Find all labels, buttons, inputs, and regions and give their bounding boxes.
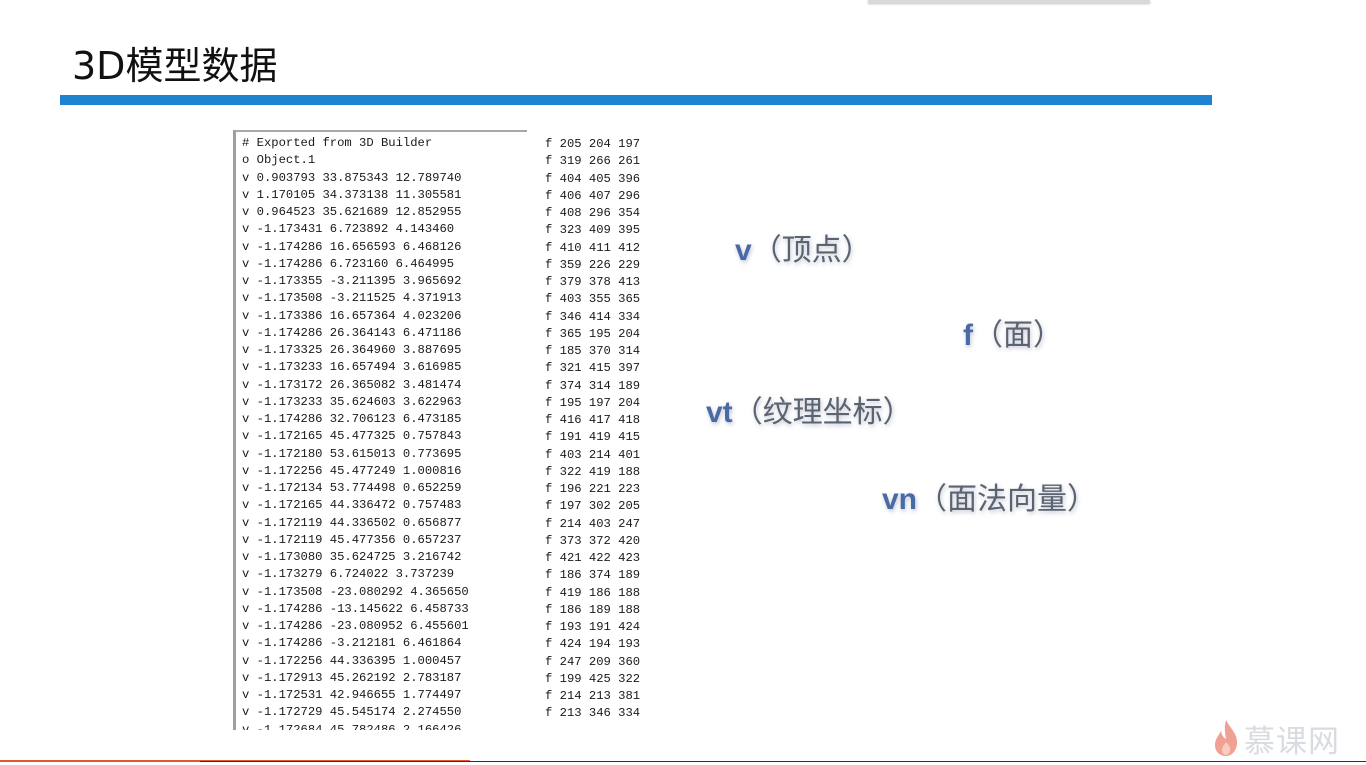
legend-normal: vn（面法向量） <box>882 480 1097 520</box>
obj-file-line: v -1.174286 6.723160 6.464995 <box>242 256 455 271</box>
obj-file-line: v -1.172119 44.336502 0.656877 <box>242 515 462 530</box>
obj-file-line: v -1.173508 -23.080292 4.365650 <box>242 584 469 599</box>
obj-file-line: v -1.174286 26.364143 6.471186 <box>242 325 462 340</box>
face-list-line: f 214 213 381 <box>545 689 641 703</box>
face-list-line: f 346 414 334 <box>545 309 641 324</box>
window-tab-edge <box>868 0 1150 3</box>
obj-file-line: v -1.172180 53.615013 0.773695 <box>242 446 462 461</box>
face-list-line: f 416 417 418 <box>545 413 641 427</box>
obj-file-line: v -1.173355 -3.211395 3.965692 <box>242 274 462 288</box>
bottom-divider-line <box>200 761 1366 762</box>
obj-file-line: v -1.173386 16.657364 4.023206 <box>242 308 462 323</box>
face-list-line: f 379 378 413 <box>545 275 641 289</box>
obj-file-line: v -1.173172 26.365082 3.481474 <box>242 377 462 392</box>
face-list-line: f 191 419 415 <box>545 430 641 445</box>
slide-title: 3D模型数据 <box>72 44 278 88</box>
face-list-line: f 319 266 261 <box>545 154 641 169</box>
face-list-line: f 323 409 395 <box>545 223 641 238</box>
obj-file-line: v -1.174286 16.656593 6.468126 <box>242 239 462 254</box>
obj-file-line: v -1.172256 45.477249 1.000816 <box>242 463 462 478</box>
obj-file-line: v -1.172684 45.782486 2.166426 <box>242 722 462 731</box>
face-list-line: f 185 370 314 <box>545 344 641 358</box>
obj-file-line: v -1.173233 16.657494 3.616985 <box>242 360 462 375</box>
obj-file-line: v -1.172165 45.477325 0.757843 <box>242 429 462 444</box>
legend-vertex: v（顶点） <box>735 231 872 271</box>
face-list-line: f 410 411 412 <box>545 240 641 255</box>
obj-file-line: v -1.174286 -3.212181 6.461864 <box>242 636 462 651</box>
legend-face-key: f <box>963 319 973 352</box>
legend-normal-desc: （面法向量） <box>917 482 1098 517</box>
face-list-line: f 403 214 401 <box>545 447 641 462</box>
obj-file-line: v 1.170105 34.373138 11.305581 <box>242 187 462 202</box>
obj-file-line: v -1.174286 -13.145622 6.458733 <box>242 601 469 616</box>
face-list-line: f 247 209 360 <box>545 654 641 669</box>
face-list-line: f 186 189 188 <box>545 602 641 617</box>
face-list: f 205 204 197 f 319 266 261 f 404 405 396 f… <box>545 136 640 723</box>
obj-file-line: v 0.903793 33.875343 12.789740 <box>242 170 462 185</box>
obj-file-line: v -1.172134 53.774498 0.652259 <box>242 481 462 495</box>
face-list-line: f 365 195 204 <box>545 326 641 341</box>
face-list-line: f 406 407 296 <box>545 188 641 203</box>
face-list-line: f 199 425 322 <box>545 671 641 686</box>
obj-file-line: v -1.172531 42.946655 1.774497 <box>242 688 462 702</box>
legend-face-desc: （面） <box>973 318 1063 353</box>
face-list-line: f 419 186 188 <box>545 585 641 600</box>
legend-vertex-key: v <box>735 234 752 267</box>
flame-logo-icon <box>1215 720 1238 756</box>
imooc-watermark: 慕课网 <box>1212 716 1340 760</box>
face-list-line: f 408 296 354 <box>545 206 641 220</box>
title-underline-bar <box>60 95 1212 105</box>
obj-file-line: v -1.172913 45.262192 2.783187 <box>242 670 462 685</box>
face-list-line: f 196 221 223 <box>545 482 641 496</box>
obj-file-line: v -1.173325 26.364960 3.887695 <box>242 343 462 357</box>
face-list-line: f 186 374 189 <box>545 568 641 583</box>
face-list-line: f 321 415 397 <box>545 361 641 376</box>
legend-normal-key: vn <box>882 483 918 516</box>
obj-file-line: v -1.172729 45.545174 2.274550 <box>242 705 462 720</box>
watermark-text: 慕课网 <box>1244 723 1340 760</box>
face-list-line: f 214 403 247 <box>545 516 641 531</box>
face-list-line: f 193 191 424 <box>545 620 641 634</box>
face-list-line: f 421 422 423 <box>545 551 641 565</box>
obj-file-line: v -1.173080 35.624725 3.216742 <box>242 550 462 564</box>
legend-face: f（面） <box>963 316 1063 356</box>
obj-file-line: v -1.173233 35.624603 3.622963 <box>242 394 462 409</box>
face-list-line: f 359 226 229 <box>545 257 641 272</box>
obj-file-line: v -1.172119 45.477356 0.657237 <box>242 532 462 547</box>
obj-file-line: v -1.172165 44.336472 0.757483 <box>242 498 462 513</box>
obj-file-text-panel: # Exported from 3D Builder o Object.1 v 0.… <box>233 130 527 730</box>
obj-file-line: v -1.174286 -23.080952 6.455601 <box>242 619 469 633</box>
obj-file-line: v -1.174286 32.706123 6.473185 <box>242 412 462 426</box>
legend-vertex-desc: （顶点） <box>751 233 872 268</box>
face-list-line: f 424 194 193 <box>545 637 641 652</box>
face-list-line: f 197 302 205 <box>545 499 641 514</box>
obj-file-line: v -1.173508 -3.211525 4.371913 <box>242 291 462 306</box>
face-list-line: f 403 355 365 <box>545 292 641 307</box>
face-list-line: f 213 346 334 <box>545 706 641 721</box>
face-list-line: f 373 372 420 <box>545 533 641 548</box>
obj-file-line: v 0.964523 35.621689 12.852955 <box>242 205 462 219</box>
face-list-line: f 205 204 197 <box>545 137 641 151</box>
obj-file-line: v -1.173431 6.723892 4.143460 <box>242 222 455 237</box>
legend-texture-coord-key: vt <box>706 396 733 429</box>
obj-file-lines: # Exported from 3D Builder o Object.1 v 0.… <box>242 135 469 730</box>
obj-file-line: # Exported from 3D Builder <box>242 136 433 150</box>
legend-texture-coord: vt（纹理坐标） <box>706 393 913 433</box>
face-list-line: f 374 314 189 <box>545 378 641 393</box>
face-list-line: f 322 419 188 <box>545 464 641 479</box>
face-list-line: f 404 405 396 <box>545 171 641 186</box>
legend-texture-coord-desc: （纹理坐标） <box>732 395 913 430</box>
obj-file-line: v -1.172256 44.336395 1.000457 <box>242 653 462 668</box>
obj-file-line: o Object.1 <box>242 153 316 168</box>
obj-file-line: v -1.173279 6.724022 3.737239 <box>242 567 455 582</box>
face-list-line: f 195 197 204 <box>545 395 641 410</box>
